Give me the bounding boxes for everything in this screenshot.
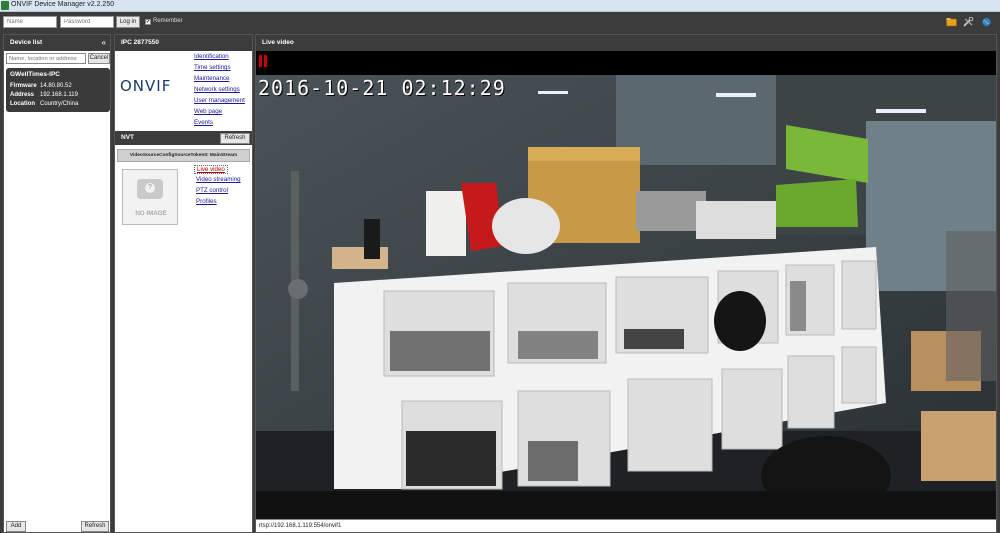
link-video-streaming[interactable]: Video streaming bbox=[196, 176, 241, 183]
link-ptz-control[interactable]: PTZ control bbox=[196, 187, 228, 194]
menu-maintenance[interactable]: Maintenance bbox=[194, 75, 229, 82]
camera-scene bbox=[256, 51, 996, 491]
menu-identification[interactable]: Identification bbox=[194, 53, 229, 60]
globe-icon[interactable] bbox=[981, 17, 992, 27]
folder-icon[interactable] bbox=[946, 17, 957, 27]
firmware-value: 14.80.80.52 bbox=[40, 83, 72, 89]
link-profiles[interactable]: Profiles bbox=[196, 198, 217, 205]
password-input[interactable] bbox=[60, 16, 114, 28]
onvif-logo: ONVIF bbox=[120, 77, 171, 95]
app-icon bbox=[1, 1, 9, 10]
profile-token-tab[interactable]: VideoSourceConfigSourceToken0: MainStrea… bbox=[117, 149, 250, 162]
cancel-search-button[interactable]: Cancel bbox=[88, 53, 110, 64]
add-device-button[interactable]: Add bbox=[6, 521, 26, 532]
live-video-title: Live video bbox=[262, 39, 294, 46]
device-name: GWellTimes-IPC bbox=[10, 71, 60, 78]
nvt-refresh-button[interactable]: Refresh bbox=[220, 133, 250, 144]
no-image-label: NO IMAGE bbox=[135, 210, 167, 217]
menu-web-page[interactable]: Web page bbox=[194, 108, 222, 115]
address-label: Address bbox=[10, 92, 35, 98]
login-toolbar: Log in ✔ Remember bbox=[0, 12, 1000, 32]
title-bar: ONVIF Device Manager v2.2.250 bbox=[0, 0, 1000, 12]
collapse-icon[interactable]: « bbox=[102, 35, 106, 51]
stream-url[interactable]: rtsp://192.168.1.119:554/onvif1 bbox=[256, 519, 996, 532]
menu-events[interactable]: Events bbox=[194, 119, 213, 126]
login-button[interactable]: Log in bbox=[116, 16, 140, 28]
device-list-item[interactable]: GWellTimes-IPC Firmware 14.80.80.52 Addr… bbox=[6, 68, 110, 112]
firmware-label: Firmware bbox=[10, 83, 37, 89]
window-title: ONVIF Device Manager v2.2.250 bbox=[11, 1, 115, 8]
device-search-input[interactable] bbox=[6, 53, 86, 64]
camera-icon: ? bbox=[137, 179, 163, 199]
device-panel-header: IPC 2877550 bbox=[115, 35, 252, 51]
recording-indicator-2 bbox=[264, 55, 267, 67]
name-input[interactable] bbox=[3, 16, 57, 28]
snapshot-placeholder: ? NO IMAGE bbox=[122, 169, 178, 225]
video-frame[interactable]: 2016-10-21 02:12:29 bbox=[256, 51, 996, 491]
remember-checkbox[interactable]: ✔ bbox=[145, 19, 151, 25]
refresh-devices-button[interactable]: Refresh bbox=[81, 521, 109, 532]
menu-user-management[interactable]: User management bbox=[194, 97, 245, 104]
onvif-logo-text: ONVIF bbox=[120, 77, 172, 95]
location-label: Location bbox=[10, 101, 35, 107]
menu-network-settings[interactable]: Network settings bbox=[194, 86, 240, 93]
device-list-title: Device list bbox=[10, 39, 43, 46]
device-panel: IPC 2877550 ONVIF Identification Time se… bbox=[114, 34, 253, 533]
device-panel-title: IPC 2877550 bbox=[121, 39, 159, 46]
live-video-panel: Live video 2016-10-21 02:12:29 rtsp://19… bbox=[255, 34, 997, 533]
remember-label: Remember bbox=[153, 18, 183, 24]
question-mark-icon: ? bbox=[145, 183, 155, 193]
nvt-title: NVT bbox=[121, 134, 134, 141]
live-video-header: Live video bbox=[256, 35, 996, 51]
address-value: 192.168.1.119 bbox=[40, 92, 78, 98]
device-list-panel: Device list « Cancel GWellTimes-IPC Firm… bbox=[3, 34, 111, 533]
recording-indicator bbox=[259, 55, 262, 67]
settings-icon[interactable] bbox=[963, 17, 974, 27]
device-list-header: Device list bbox=[4, 35, 110, 51]
location-value: Country/China bbox=[40, 101, 79, 107]
video-timestamp: 2016-10-21 02:12:29 bbox=[258, 76, 506, 100]
link-live-video[interactable]: Live video bbox=[194, 165, 228, 174]
menu-time-settings[interactable]: Time settings bbox=[194, 64, 231, 71]
